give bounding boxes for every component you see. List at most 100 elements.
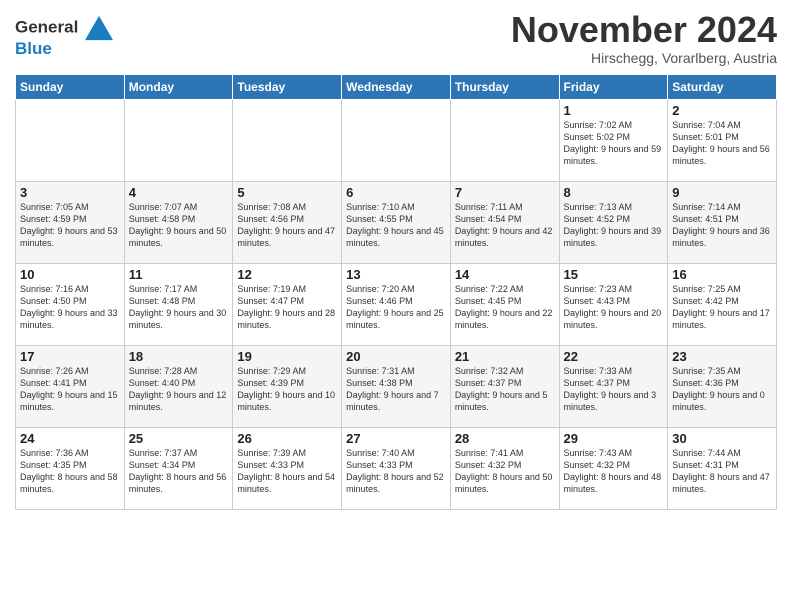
- calendar-cell: 9Sunrise: 7:14 AM Sunset: 4:51 PM Daylig…: [668, 181, 777, 263]
- day-number: 27: [346, 431, 446, 446]
- header: General Blue November 2024 Hirschegg, Vo…: [15, 10, 777, 66]
- calendar-cell: 14Sunrise: 7:22 AM Sunset: 4:45 PM Dayli…: [450, 263, 559, 345]
- day-number: 18: [129, 349, 229, 364]
- day-info: Sunrise: 7:23 AM Sunset: 4:43 PM Dayligh…: [564, 283, 664, 332]
- weekday-header: Friday: [559, 74, 668, 99]
- day-info: Sunrise: 7:14 AM Sunset: 4:51 PM Dayligh…: [672, 201, 772, 250]
- day-info: Sunrise: 7:22 AM Sunset: 4:45 PM Dayligh…: [455, 283, 555, 332]
- calendar-cell: 1Sunrise: 7:02 AM Sunset: 5:02 PM Daylig…: [559, 99, 668, 181]
- calendar-cell: 25Sunrise: 7:37 AM Sunset: 4:34 PM Dayli…: [124, 427, 233, 509]
- day-info: Sunrise: 7:44 AM Sunset: 4:31 PM Dayligh…: [672, 447, 772, 496]
- calendar-cell: 3Sunrise: 7:05 AM Sunset: 4:59 PM Daylig…: [16, 181, 125, 263]
- day-info: Sunrise: 7:31 AM Sunset: 4:38 PM Dayligh…: [346, 365, 446, 414]
- calendar-cell: 11Sunrise: 7:17 AM Sunset: 4:48 PM Dayli…: [124, 263, 233, 345]
- day-info: Sunrise: 7:32 AM Sunset: 4:37 PM Dayligh…: [455, 365, 555, 414]
- day-info: Sunrise: 7:20 AM Sunset: 4:46 PM Dayligh…: [346, 283, 446, 332]
- day-info: Sunrise: 7:40 AM Sunset: 4:33 PM Dayligh…: [346, 447, 446, 496]
- day-info: Sunrise: 7:11 AM Sunset: 4:54 PM Dayligh…: [455, 201, 555, 250]
- header-row: SundayMondayTuesdayWednesdayThursdayFrid…: [16, 74, 777, 99]
- day-number: 16: [672, 267, 772, 282]
- day-number: 12: [237, 267, 337, 282]
- calendar-cell: 12Sunrise: 7:19 AM Sunset: 4:47 PM Dayli…: [233, 263, 342, 345]
- day-info: Sunrise: 7:41 AM Sunset: 4:32 PM Dayligh…: [455, 447, 555, 496]
- calendar-cell: 17Sunrise: 7:26 AM Sunset: 4:41 PM Dayli…: [16, 345, 125, 427]
- calendar-cell: 29Sunrise: 7:43 AM Sunset: 4:32 PM Dayli…: [559, 427, 668, 509]
- page-container: General Blue November 2024 Hirschegg, Vo…: [0, 0, 792, 515]
- weekday-header: Sunday: [16, 74, 125, 99]
- calendar-cell: 21Sunrise: 7:32 AM Sunset: 4:37 PM Dayli…: [450, 345, 559, 427]
- calendar-week: 3Sunrise: 7:05 AM Sunset: 4:59 PM Daylig…: [16, 181, 777, 263]
- day-info: Sunrise: 7:25 AM Sunset: 4:42 PM Dayligh…: [672, 283, 772, 332]
- day-number: 2: [672, 103, 772, 118]
- day-info: Sunrise: 7:35 AM Sunset: 4:36 PM Dayligh…: [672, 365, 772, 414]
- month-title: November 2024: [511, 10, 777, 50]
- calendar-header: SundayMondayTuesdayWednesdayThursdayFrid…: [16, 74, 777, 99]
- day-info: Sunrise: 7:13 AM Sunset: 4:52 PM Dayligh…: [564, 201, 664, 250]
- day-info: Sunrise: 7:04 AM Sunset: 5:01 PM Dayligh…: [672, 119, 772, 168]
- title-block: November 2024 Hirschegg, Vorarlberg, Aus…: [511, 10, 777, 66]
- day-info: Sunrise: 7:39 AM Sunset: 4:33 PM Dayligh…: [237, 447, 337, 496]
- day-number: 4: [129, 185, 229, 200]
- day-number: 10: [20, 267, 120, 282]
- day-number: 30: [672, 431, 772, 446]
- calendar-body: 1Sunrise: 7:02 AM Sunset: 5:02 PM Daylig…: [16, 99, 777, 509]
- day-number: 7: [455, 185, 555, 200]
- calendar-week: 24Sunrise: 7:36 AM Sunset: 4:35 PM Dayli…: [16, 427, 777, 509]
- day-info: Sunrise: 7:07 AM Sunset: 4:58 PM Dayligh…: [129, 201, 229, 250]
- weekday-header: Monday: [124, 74, 233, 99]
- calendar-cell: 28Sunrise: 7:41 AM Sunset: 4:32 PM Dayli…: [450, 427, 559, 509]
- calendar-cell: 7Sunrise: 7:11 AM Sunset: 4:54 PM Daylig…: [450, 181, 559, 263]
- calendar-cell: 15Sunrise: 7:23 AM Sunset: 4:43 PM Dayli…: [559, 263, 668, 345]
- day-number: 11: [129, 267, 229, 282]
- calendar-cell: 26Sunrise: 7:39 AM Sunset: 4:33 PM Dayli…: [233, 427, 342, 509]
- day-number: 22: [564, 349, 664, 364]
- calendar-cell: 13Sunrise: 7:20 AM Sunset: 4:46 PM Dayli…: [342, 263, 451, 345]
- calendar-cell: 8Sunrise: 7:13 AM Sunset: 4:52 PM Daylig…: [559, 181, 668, 263]
- calendar-cell: 27Sunrise: 7:40 AM Sunset: 4:33 PM Dayli…: [342, 427, 451, 509]
- day-number: 14: [455, 267, 555, 282]
- calendar-cell: [450, 99, 559, 181]
- day-info: Sunrise: 7:43 AM Sunset: 4:32 PM Dayligh…: [564, 447, 664, 496]
- calendar-cell: [124, 99, 233, 181]
- day-number: 25: [129, 431, 229, 446]
- weekday-header: Thursday: [450, 74, 559, 99]
- day-info: Sunrise: 7:28 AM Sunset: 4:40 PM Dayligh…: [129, 365, 229, 414]
- day-number: 17: [20, 349, 120, 364]
- weekday-header: Saturday: [668, 74, 777, 99]
- day-number: 3: [20, 185, 120, 200]
- day-number: 21: [455, 349, 555, 364]
- weekday-header: Wednesday: [342, 74, 451, 99]
- calendar-cell: [16, 99, 125, 181]
- day-info: Sunrise: 7:17 AM Sunset: 4:48 PM Dayligh…: [129, 283, 229, 332]
- day-info: Sunrise: 7:08 AM Sunset: 4:56 PM Dayligh…: [237, 201, 337, 250]
- location: Hirschegg, Vorarlberg, Austria: [511, 50, 777, 66]
- logo-text: General: [15, 14, 113, 42]
- calendar-cell: 10Sunrise: 7:16 AM Sunset: 4:50 PM Dayli…: [16, 263, 125, 345]
- weekday-header: Tuesday: [233, 74, 342, 99]
- day-number: 1: [564, 103, 664, 118]
- day-number: 24: [20, 431, 120, 446]
- day-info: Sunrise: 7:02 AM Sunset: 5:02 PM Dayligh…: [564, 119, 664, 168]
- day-info: Sunrise: 7:26 AM Sunset: 4:41 PM Dayligh…: [20, 365, 120, 414]
- day-number: 29: [564, 431, 664, 446]
- calendar-cell: 20Sunrise: 7:31 AM Sunset: 4:38 PM Dayli…: [342, 345, 451, 427]
- calendar-cell: 6Sunrise: 7:10 AM Sunset: 4:55 PM Daylig…: [342, 181, 451, 263]
- calendar-cell: 2Sunrise: 7:04 AM Sunset: 5:01 PM Daylig…: [668, 99, 777, 181]
- day-number: 20: [346, 349, 446, 364]
- calendar-cell: 19Sunrise: 7:29 AM Sunset: 4:39 PM Dayli…: [233, 345, 342, 427]
- calendar-cell: 18Sunrise: 7:28 AM Sunset: 4:40 PM Dayli…: [124, 345, 233, 427]
- calendar-week: 10Sunrise: 7:16 AM Sunset: 4:50 PM Dayli…: [16, 263, 777, 345]
- calendar-cell: 23Sunrise: 7:35 AM Sunset: 4:36 PM Dayli…: [668, 345, 777, 427]
- day-number: 9: [672, 185, 772, 200]
- day-number: 28: [455, 431, 555, 446]
- day-number: 26: [237, 431, 337, 446]
- day-info: Sunrise: 7:19 AM Sunset: 4:47 PM Dayligh…: [237, 283, 337, 332]
- day-number: 19: [237, 349, 337, 364]
- calendar-cell: 16Sunrise: 7:25 AM Sunset: 4:42 PM Dayli…: [668, 263, 777, 345]
- calendar-cell: 30Sunrise: 7:44 AM Sunset: 4:31 PM Dayli…: [668, 427, 777, 509]
- calendar-cell: 4Sunrise: 7:07 AM Sunset: 4:58 PM Daylig…: [124, 181, 233, 263]
- day-info: Sunrise: 7:33 AM Sunset: 4:37 PM Dayligh…: [564, 365, 664, 414]
- logo-icon: [85, 14, 113, 42]
- day-number: 15: [564, 267, 664, 282]
- calendar-week: 17Sunrise: 7:26 AM Sunset: 4:41 PM Dayli…: [16, 345, 777, 427]
